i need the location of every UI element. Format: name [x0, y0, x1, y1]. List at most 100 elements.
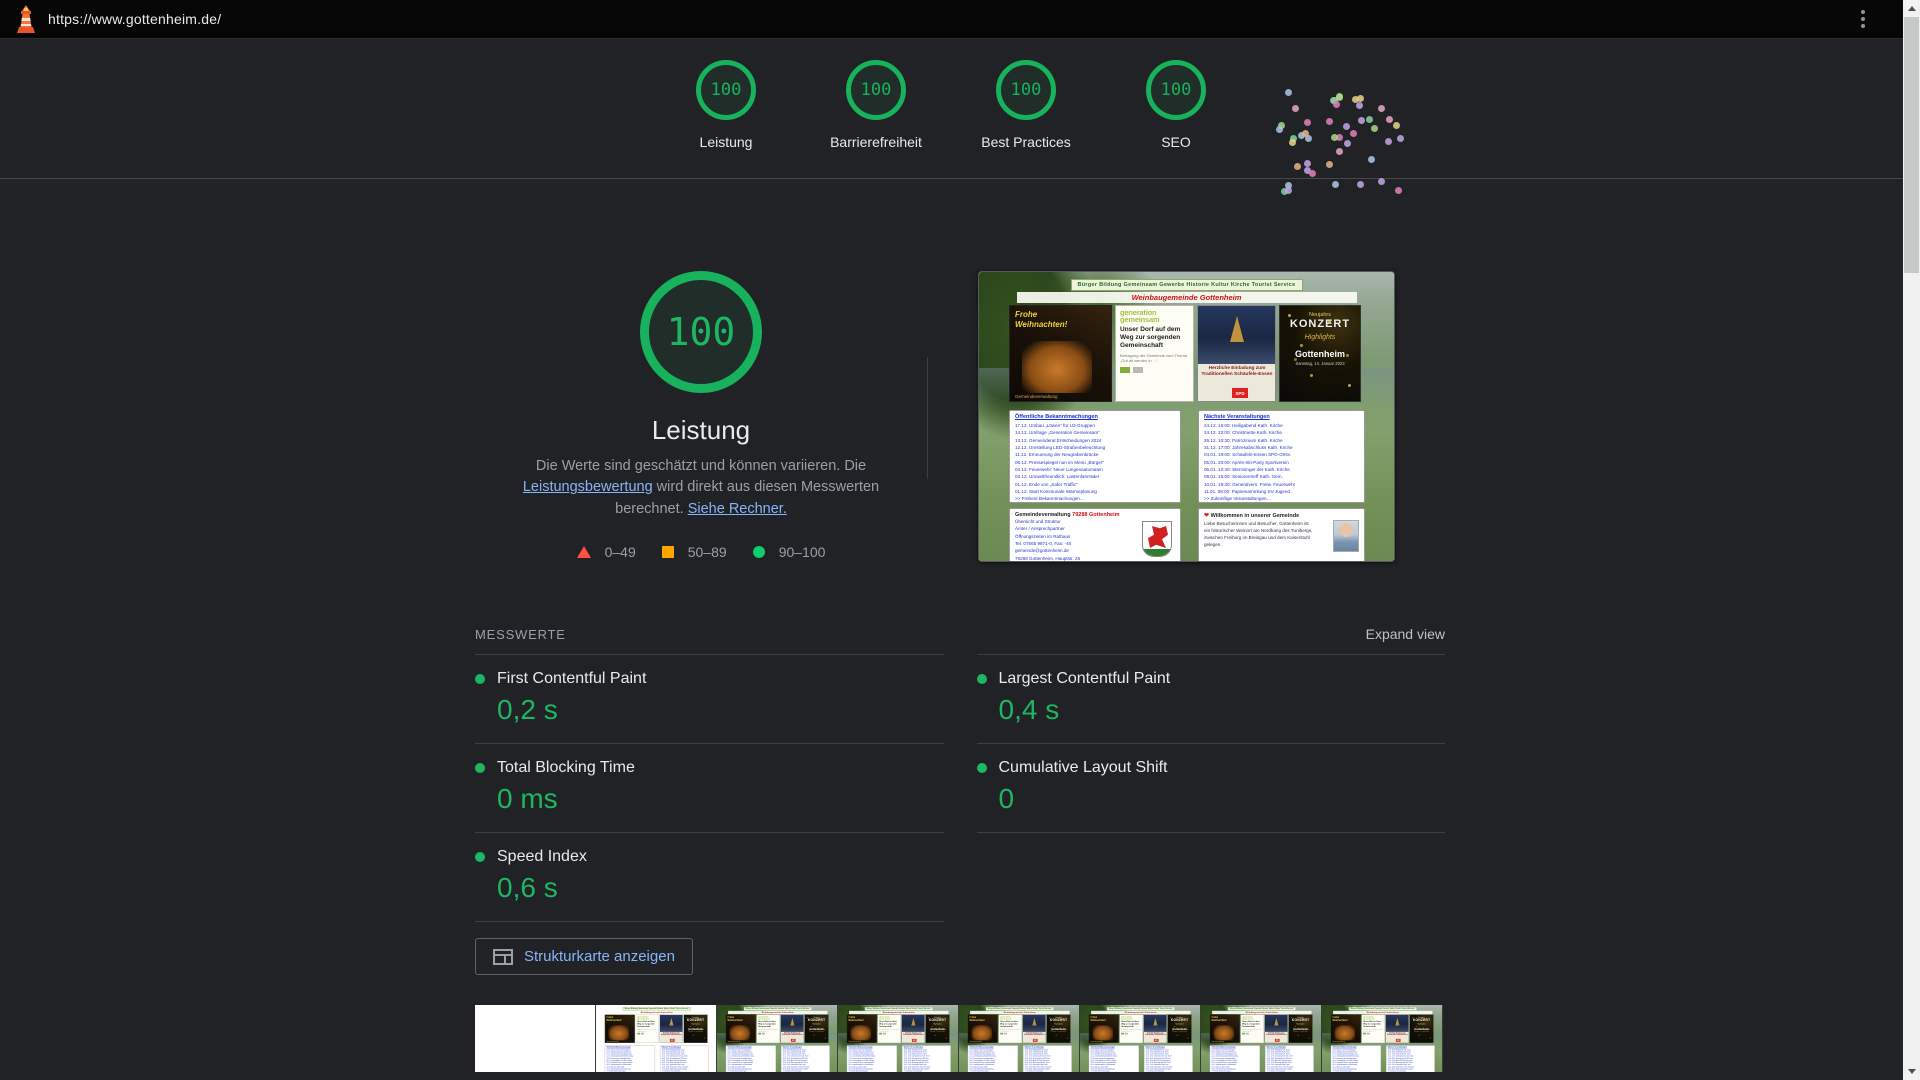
treemap-icon: [493, 949, 513, 965]
preview-panel-veranstaltungen: Nächste Veranstaltungen 24.12. 16:00: He…: [1144, 1045, 1193, 1072]
list-item: 05.01. 20:00: Après-Ski-Party Sportverei…: [1204, 459, 1359, 466]
website-screenshot: Bürger Bildung Gemeinsam Gewerbe Histori…: [596, 1005, 717, 1072]
filmstrip-frame-3: Bürger Bildung Gemeinsam Gewerbe Histori…: [717, 1005, 838, 1072]
preview-card-konzert: Neujahrs KONZERT Highlights Gottenheim S…: [1168, 1015, 1192, 1043]
score-scale-legend: 0–49 50–89 90–100: [577, 544, 826, 560]
preview-panel-bekanntmachungen: Öffentliche Bekanntmachungen 17.12. Umba…: [1210, 1045, 1260, 1072]
preview-panel-willkommen: ❤ Willkommen in unserer Gemeinde Liebe B…: [1198, 508, 1365, 562]
house-photo: [609, 1025, 629, 1040]
events-list: 24.12. 16:00: Heiligabend Kath. Kirche24…: [1388, 1049, 1433, 1072]
vertical-scrollbar[interactable]: [1903, 0, 1920, 1080]
house-photo: [1214, 1025, 1234, 1040]
preview-card-schaeufele: Herzliche Einladung zum Traditionellen S…: [902, 1015, 925, 1043]
preview-panel-veranstaltungen: Nächste Veranstaltungen 24.12. 16:00: He…: [781, 1045, 830, 1072]
scrollbar-thumb[interactable]: [1904, 17, 1919, 273]
preview-card-schaeufele: Herzliche Einladung zum Traditionellen S…: [1023, 1015, 1046, 1043]
announcement-list: 17.12. Umbau „Löwen“ für U3-Gruppen14.12…: [1333, 1049, 1380, 1072]
website-screenshot: Bürger Bildung Gemeinsam Gewerbe Histori…: [979, 272, 1394, 562]
events-list: 24.12. 16:00: Heiligabend Kath. Kirche24…: [904, 1049, 949, 1072]
preview-site-title: Weinbaugemeinde Gottenheim: [1017, 292, 1357, 303]
preview-panel-veranstaltungen: Nächste Veranstaltungen 24.12. 16:00: He…: [902, 1045, 951, 1072]
metric-fcp: First Contentful Paint 0,2 s: [475, 655, 944, 744]
list-item: 09.01. 15:00: Seniorentreff Kath. Gem.: [1204, 473, 1359, 480]
scroll-down-button[interactable]: [1903, 1063, 1920, 1080]
summary-divider: [927, 357, 928, 479]
report-body: 100 Leistung Die Werte sind geschätzt un…: [475, 179, 1445, 1072]
filmstrip-frame-1: [475, 1005, 596, 1072]
filmstrip-frame-7: Bürger Bildung Gemeinsam Gewerbe Histori…: [1201, 1005, 1322, 1072]
sparkles: [807, 1017, 808, 1018]
list-item: >> Zukünftige Veranstaltungen…: [1204, 495, 1359, 502]
pass-dot-icon: [977, 674, 987, 684]
list-item: >> Frühere Bekanntmachungen…: [728, 1070, 775, 1072]
list-item: 13.12. Gemeinderat Entscheidungen 2024: [1015, 437, 1175, 444]
list-item: >> Frühere Bekanntmachungen…: [607, 1070, 654, 1072]
spd-logo: SPD: [1154, 1039, 1159, 1042]
preview-card-row: FroheWeihnachten! Gemeindeverwaltung gen…: [1331, 1015, 1435, 1043]
category-scores-band: 100 Leistung 100 Barrierefreiheit 100 Be…: [0, 39, 1920, 179]
list-item: 10.01. 19:30: Generalvers. Freiw. Feuerw…: [1204, 481, 1359, 488]
average-square-icon: [662, 546, 674, 558]
announcement-list: 17.12. Umbau „Löwen“ für U3-Gruppen14.12…: [607, 1049, 654, 1072]
siehe-rechner-link[interactable]: Siehe Rechner.: [688, 501, 787, 517]
expand-view-button[interactable]: Expand view: [977, 626, 1446, 655]
gauge-leistung[interactable]: 100 Leistung: [651, 60, 801, 150]
kebab-menu-icon[interactable]: [1852, 8, 1874, 30]
preview-card-row: FroheWeihnachten! Gemeindeverwaltung gen…: [726, 1015, 830, 1043]
top-bar: https://www.gottenheim.de/: [0, 0, 1920, 39]
house-photo: [851, 1025, 871, 1040]
preview-card-schaeufele: Herzliche Einladung zum Traditionellen S…: [1144, 1015, 1167, 1043]
list-item: >> Zukünftige Veranstaltungen…: [904, 1070, 949, 1072]
website-screenshot: Bürger Bildung Gemeinsam Gewerbe Histori…: [838, 1005, 959, 1072]
list-item: >> Frühere Bekanntmachungen…: [849, 1070, 896, 1072]
night-photo: [902, 1015, 924, 1032]
performance-score-gauge: 100: [640, 271, 762, 393]
preview-card-row: FroheWeihnachten! Gemeindeverwaltung gen…: [1089, 1015, 1193, 1043]
preview-card-generation: generationgemeinsam Unser Dorf auf dem W…: [999, 1015, 1022, 1043]
list-item: 06.01. 10:30: Sternsinger der Kath. Kirc…: [1204, 466, 1359, 473]
preview-site-title: Weinbaugemeinde Gottenheim: [849, 1011, 948, 1014]
sparkles: [1412, 1017, 1413, 1018]
list-item: >> Zukünftige Veranstaltungen…: [1146, 1070, 1191, 1072]
preview-site-title: Weinbaugemeinde Gottenheim: [1091, 1011, 1190, 1014]
preview-card-schaeufele: Herzliche Einladung zum Traditionellen S…: [1265, 1015, 1288, 1043]
gauge-best-practices[interactable]: 100 Best Practices: [951, 60, 1101, 150]
preview-panel-bekanntmachungen: Öffentliche Bekanntmachungen 17.12. Umba…: [726, 1045, 776, 1072]
list-item: 24.12. 16:00: Heiligabend Kath. Kirche: [1204, 422, 1359, 429]
preview-card-generation: generationgemeinsam Unser Dorf auf dem W…: [636, 1015, 659, 1043]
house-photo: [1093, 1025, 1113, 1040]
preview-card-schaeufele: Herzliche Einladung zum Traditionellen S…: [1386, 1015, 1409, 1043]
night-photo: [1198, 306, 1275, 364]
preview-card-weihnachten: FroheWeihnachten! Gemeindeverwaltung: [1210, 1015, 1240, 1043]
performance-section-title: Leistung: [652, 415, 750, 446]
gauge-barrierefreiheit[interactable]: 100 Barrierefreiheit: [801, 60, 951, 150]
spd-logo: SPD: [1033, 1039, 1038, 1042]
preview-card-schaeufele: Herzliche Einladung zum Traditionellen S…: [660, 1015, 683, 1043]
website-screenshot: Bürger Bildung Gemeinsam Gewerbe Histori…: [959, 1005, 1080, 1072]
announcement-list: 17.12. Umbau „Löwen“ für U3-Gruppen14.12…: [849, 1049, 896, 1072]
list-item: 12.12. Umstellung LED-Straßenbeleuchtung: [1015, 444, 1175, 451]
metrics-section-label: MESSWERTE: [475, 626, 944, 655]
events-list: 24.12. 16:00: Heiligabend Kath. Kirche24…: [1025, 1049, 1070, 1072]
preview-panel-verwaltung: Gemeindeverwaltung 79288 Gottenheim Über…: [1009, 508, 1181, 562]
gauge-seo[interactable]: 100 SEO: [1101, 60, 1251, 150]
list-item: >> Zukünftige Veranstaltungen…: [1267, 1070, 1312, 1072]
treemap-button[interactable]: Strukturkarte anzeigen: [475, 938, 693, 975]
preview-card-weihnachten: FroheWeihnachten! Gemeindeverwaltung: [1331, 1015, 1361, 1043]
filmstrip-frame-5: Bürger Bildung Gemeinsam Gewerbe Histori…: [959, 1005, 1080, 1072]
preview-site-title: Weinbaugemeinde Gottenheim: [607, 1011, 706, 1014]
night-photo: [1265, 1015, 1287, 1032]
scroll-up-button[interactable]: [1903, 0, 1920, 17]
pass-circle-icon: [753, 546, 765, 558]
list-item: 17.12. Umbau „Löwen“ für U3-Gruppen: [1015, 422, 1175, 429]
preview-card-row: FroheWeihnachten! Gemeindeverwaltung gen…: [847, 1015, 951, 1043]
preview-site-title: Weinbaugemeinde Gottenheim: [970, 1011, 1069, 1014]
pass-dot-icon: [475, 852, 485, 862]
preview-panel-veranstaltungen: Nächste Veranstaltungen 24.12. 16:00: He…: [1198, 410, 1365, 503]
list-item: >> Zukünftige Veranstaltungen…: [1388, 1070, 1433, 1072]
night-photo: [660, 1015, 682, 1032]
score-gauges: 100 Leistung 100 Barrierefreiheit 100 Be…: [0, 39, 1902, 178]
leistungsbewertung-link[interactable]: Leistungsbewertung: [523, 479, 653, 495]
filmstrip-frame-4: Bürger Bildung Gemeinsam Gewerbe Histori…: [838, 1005, 959, 1072]
scroll-down-icon: [1908, 1069, 1916, 1074]
